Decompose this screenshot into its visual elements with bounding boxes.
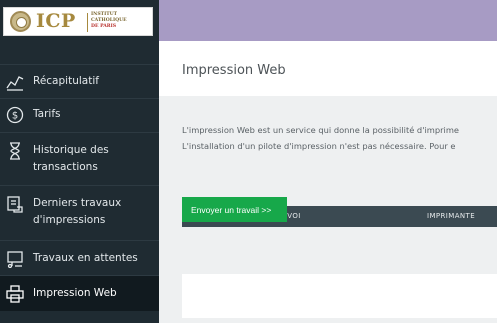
description: L'impression Web est un service qui donn…: [182, 122, 497, 154]
pending-print-icon: [7, 251, 23, 268]
sidebar-item-impression-web[interactable]: Impression Web: [0, 275, 159, 311]
sidebar-item-label: Derniers travaux d'impressions: [33, 197, 122, 226]
logo-name: ICP: [36, 10, 76, 32]
sidebar-item-travaux-en-attentes[interactable]: Travaux en attentes: [0, 240, 159, 275]
sidebar-item-label: Travaux en attentes: [33, 252, 138, 264]
top-bar: [159, 0, 497, 41]
seal-icon: [10, 11, 31, 32]
logo[interactable]: ICP INSTITUT CATHOLIQUE DE PARIS: [3, 7, 153, 36]
sidebar-item-historique[interactable]: Historique des transactions: [0, 132, 159, 185]
logo-subtitle: INSTITUT CATHOLIQUE DE PARIS: [91, 12, 151, 30]
logo-subtitle-line: DE PARIS: [91, 24, 117, 29]
hourglass-icon: [10, 142, 20, 160]
sidebar-item-recapitulatif[interactable]: Récapitulatif: [0, 64, 159, 98]
print-job-icon: [7, 196, 23, 213]
sidebar-item-label: Tarifs: [33, 108, 61, 120]
sidebar-item-tarifs[interactable]: $ Tarifs: [0, 98, 159, 132]
logo-bar: ICP INSTITUT CATHOLIQUE DE PARIS: [0, 0, 159, 41]
svg-text:$: $: [12, 111, 18, 122]
page-title: Impression Web: [182, 63, 286, 78]
description-line: L'installation d'un pilote d'impression …: [182, 141, 456, 151]
sidebar-item-label: Récapitulatif: [33, 75, 99, 87]
dollar-circle-icon: $: [6, 106, 24, 124]
sidebar-item-label: Historique des transactions: [33, 144, 109, 173]
chart-line-icon: [6, 76, 24, 91]
send-job-button[interactable]: Envoyer un travail >>: [182, 197, 287, 222]
sidebar-item-derniers-travaux[interactable]: Derniers travaux d'impressions: [0, 185, 159, 240]
logo-divider: [87, 13, 88, 32]
jobs-table-body: [182, 274, 497, 318]
column-header-imprimante[interactable]: IMPRIMANTE: [427, 206, 475, 227]
printer-icon: [6, 285, 24, 303]
description-line: L'impression Web est un service qui donn…: [182, 125, 460, 135]
sidebar-item-label: Impression Web: [33, 287, 117, 299]
